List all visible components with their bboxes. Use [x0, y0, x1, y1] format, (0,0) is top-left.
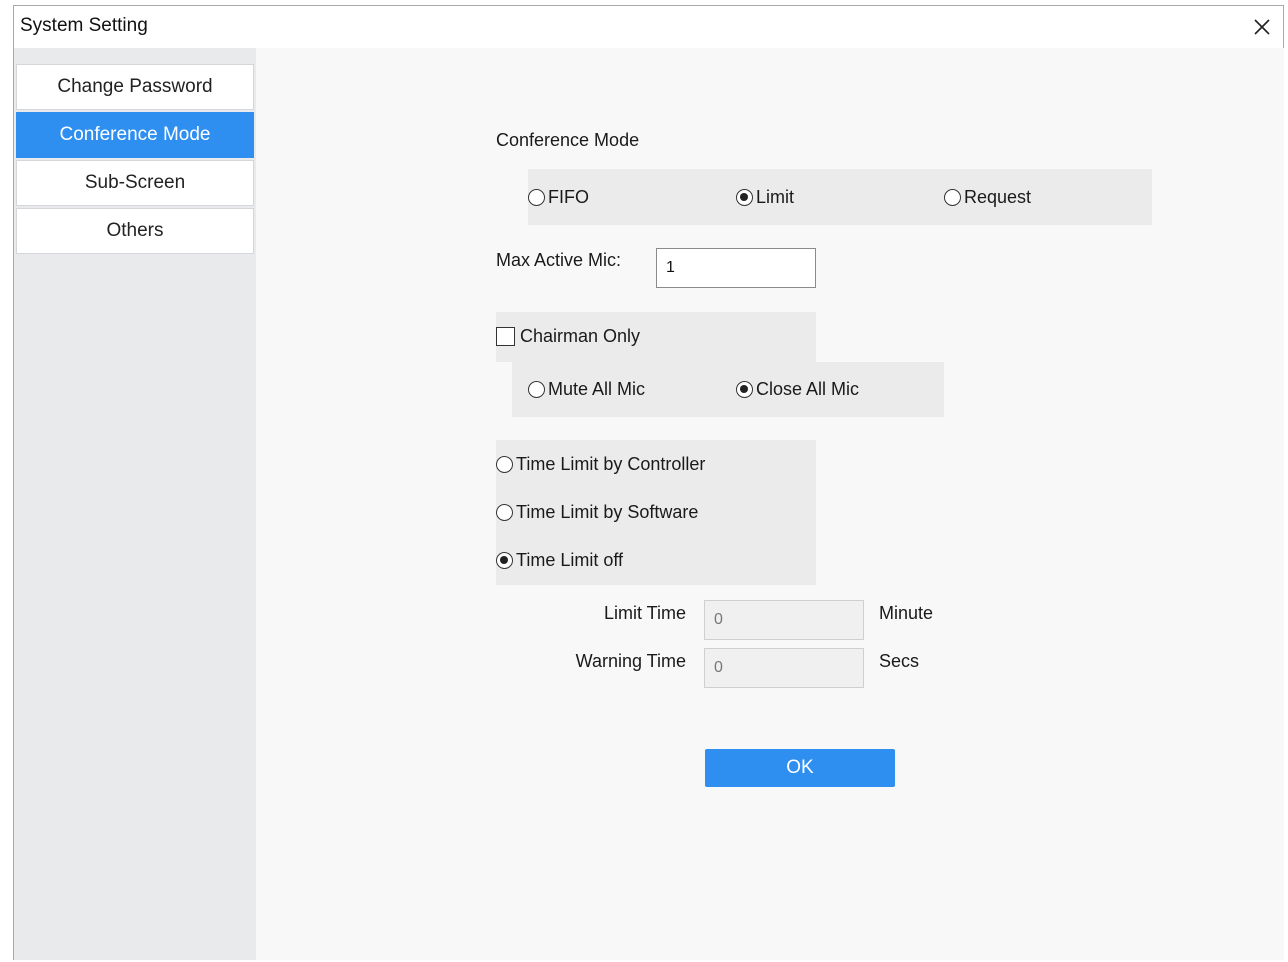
radio-time-limit-off[interactable]: Time Limit off [496, 550, 623, 571]
sidebar-item-sub-screen[interactable]: Sub-Screen [16, 160, 254, 206]
close-icon [1254, 19, 1270, 35]
sidebar-item-label: Change Password [57, 76, 213, 97]
fifo-label: FIFO [548, 187, 589, 207]
mute-all-mic-radio[interactable] [528, 381, 545, 398]
limit-time-input[interactable] [704, 600, 864, 640]
radio-time-limit-controller[interactable]: Time Limit by Controller [496, 454, 705, 475]
radio-time-limit-software[interactable]: Time Limit by Software [496, 502, 698, 523]
time-limit-controller-label: Time Limit by Controller [516, 454, 706, 474]
chairman-only-label: Chairman Only [520, 326, 641, 346]
sidebar: Change Password Conference Mode Sub-Scre… [14, 48, 256, 960]
limit-time-label: Limit Time [603, 603, 686, 623]
title-bar: System Setting [14, 6, 1283, 48]
close-all-mic-label: Close All Mic [756, 379, 860, 399]
sidebar-item-label: Others [106, 220, 164, 241]
fifo-radio[interactable] [528, 189, 545, 206]
limit-time-unit: Minute [879, 603, 934, 623]
dialog-title: System Setting [20, 15, 148, 36]
request-label: Request [964, 187, 1032, 207]
time-limit-off-label: Time Limit off [516, 550, 624, 570]
sidebar-item-others[interactable]: Others [16, 208, 254, 254]
request-radio[interactable] [944, 189, 961, 206]
conference-mode-group [528, 169, 1152, 225]
content-panel: Conference Mode FIFO Limit Request Max A… [256, 48, 1284, 960]
system-setting-dialog: System Setting Change Password Conferenc… [13, 5, 1284, 960]
radio-fifo[interactable]: FIFO [528, 187, 589, 208]
sidebar-item-change-password[interactable]: Change Password [16, 64, 254, 110]
ok-button[interactable]: OK [705, 749, 895, 787]
radio-limit[interactable]: Limit [736, 187, 794, 208]
warning-time-label: Warning Time [575, 651, 686, 671]
warning-time-unit: Secs [879, 651, 920, 671]
time-limit-controller-radio[interactable] [496, 456, 513, 473]
close-all-mic-radio[interactable] [736, 381, 753, 398]
max-active-mic-input[interactable] [656, 248, 816, 288]
sidebar-item-conference-mode[interactable]: Conference Mode [16, 112, 254, 158]
close-button[interactable] [1249, 14, 1275, 40]
time-limit-software-radio[interactable] [496, 504, 513, 521]
chairman-only-option[interactable]: Chairman Only [496, 326, 640, 347]
sidebar-item-label: Conference Mode [59, 124, 211, 145]
chairman-only-checkbox[interactable] [496, 327, 515, 346]
conference-mode-heading: Conference Mode [496, 130, 640, 150]
limit-radio[interactable] [736, 189, 753, 206]
mute-all-mic-label: Mute All Mic [548, 379, 646, 399]
radio-request[interactable]: Request [944, 187, 1031, 208]
warning-time-input[interactable] [704, 648, 864, 688]
max-active-mic-label: Max Active Mic: [496, 250, 622, 270]
radio-close-all-mic[interactable]: Close All Mic [736, 379, 859, 400]
radio-mute-all-mic[interactable]: Mute All Mic [528, 379, 645, 400]
time-limit-software-label: Time Limit by Software [516, 502, 699, 522]
limit-label: Limit [756, 187, 795, 207]
sidebar-item-label: Sub-Screen [84, 172, 186, 193]
time-limit-off-radio[interactable] [496, 552, 513, 569]
